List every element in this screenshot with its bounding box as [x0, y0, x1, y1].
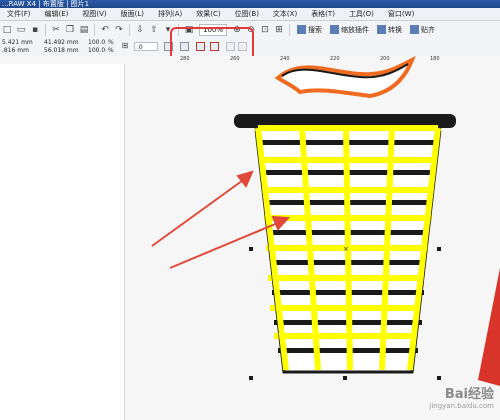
- canvas-artwork: ×: [151, 55, 500, 386]
- watermark-text: Bai经验: [444, 387, 494, 402]
- red-pen-tip: [478, 268, 500, 386]
- orange-swoosh-shape: [274, 55, 416, 99]
- watermark-url: jingyan.baidu.com: [429, 402, 494, 410]
- watermark: Bai经验 jingyan.baidu.com: [429, 383, 494, 410]
- red-arrow-upper: [151, 170, 254, 247]
- center-marker: ×: [343, 245, 349, 253]
